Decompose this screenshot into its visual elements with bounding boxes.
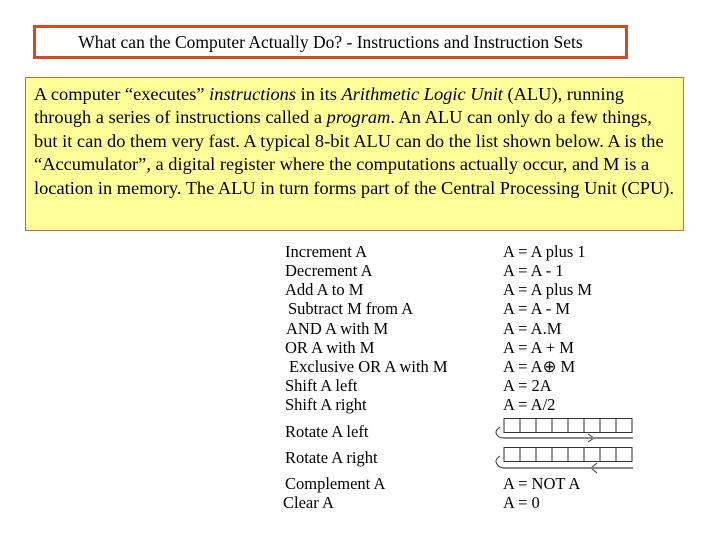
op-result: A = A - M [503, 299, 571, 318]
rotate-left-register-icon [493, 417, 633, 445]
op-name: Complement A [285, 474, 386, 493]
op-result: A = NOT A [503, 474, 581, 493]
op-name: Shift A left [285, 376, 358, 395]
op-name: Add A to M [285, 280, 364, 299]
op-result: A = A - 1 [503, 261, 564, 280]
op-name: Decrement A [285, 261, 373, 280]
op-name: Rotate A left [285, 422, 369, 441]
op-name: OR A with M [285, 338, 375, 357]
op-name: Shift A right [285, 395, 367, 414]
op-result: A = A⊕ M [503, 357, 576, 376]
op-name: Rotate A right [285, 448, 378, 467]
op-name: AND A with M [286, 319, 389, 338]
op-result: A = A + M [503, 338, 574, 357]
op-name: Exclusive OR A with M [289, 357, 448, 376]
op-result: A = 0 [503, 493, 540, 512]
rotate-right-register-icon [493, 446, 633, 474]
op-result: A = 2A [503, 376, 552, 395]
op-name: Clear A [283, 493, 334, 512]
op-result: A = A plus M [503, 280, 593, 299]
op-result: A = A/2 [503, 395, 556, 414]
op-name: Increment A [285, 242, 368, 261]
op-name: Subtract M from A [288, 299, 414, 318]
op-result: A = A plus 1 [503, 242, 586, 261]
op-result: A = A.M [503, 319, 562, 338]
instruction-list: Increment A A = A plus 1 Decrement A A =… [0, 0, 720, 540]
